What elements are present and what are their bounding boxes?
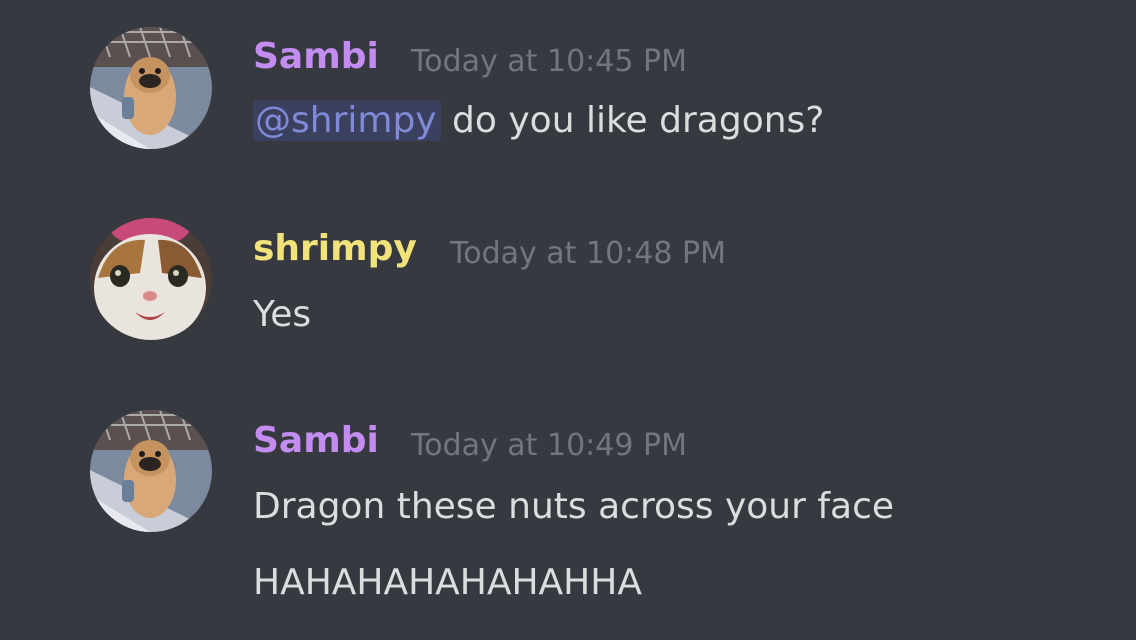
message-text: do you like dragons? bbox=[440, 100, 825, 141]
chat-log: Sambi Today at 10:45 PM @shrimpy do you … bbox=[0, 0, 1136, 640]
author-name[interactable]: Sambi bbox=[253, 420, 379, 461]
timestamp: Today at 10:49 PM bbox=[411, 428, 687, 463]
message-content: Dragon these nuts across your face bbox=[253, 486, 894, 527]
user-mention[interactable]: @shrimpy bbox=[253, 100, 441, 141]
message-content: Yes bbox=[253, 294, 311, 335]
message-content: HAHAHAHAHAHAHHA bbox=[253, 562, 642, 603]
author-name[interactable]: shrimpy bbox=[253, 228, 417, 269]
message-content: @shrimpy do you like dragons? bbox=[253, 100, 824, 141]
cat-avatar-icon[interactable] bbox=[90, 218, 212, 340]
pug-avatar-icon[interactable] bbox=[90, 410, 212, 532]
pug-avatar-icon[interactable] bbox=[90, 27, 212, 149]
timestamp: Today at 10:48 PM bbox=[450, 236, 726, 271]
message-text: Dragon these nuts across your face bbox=[253, 486, 895, 527]
message-text: Yes bbox=[253, 294, 312, 335]
timestamp: Today at 10:45 PM bbox=[411, 44, 687, 79]
message-text: HAHAHAHAHAHAHHA bbox=[253, 562, 642, 603]
author-name[interactable]: Sambi bbox=[253, 36, 379, 77]
